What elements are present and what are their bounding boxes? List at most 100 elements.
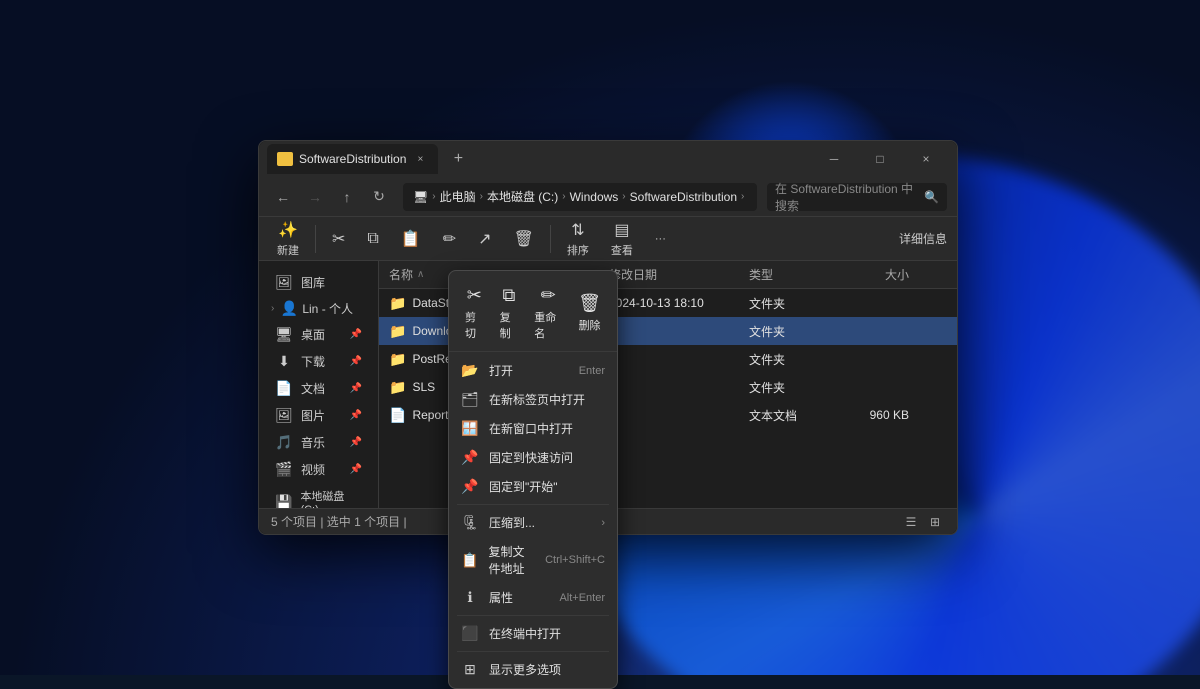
ctx-item-icon: ⊞: [461, 661, 479, 678]
ctx-item-icon: 🗂: [461, 391, 479, 408]
paste-button[interactable]: 📋: [393, 225, 429, 253]
tab-close-button[interactable]: ×: [412, 151, 428, 167]
col-header-type[interactable]: 类型: [739, 266, 839, 283]
personal-icon: 👤: [280, 300, 298, 317]
ctx-menu-item[interactable]: 🗜 压缩到... ›: [449, 508, 617, 537]
ctx-item-label: 固定到"开始": [489, 478, 558, 495]
list-view-button[interactable]: ☰: [901, 512, 921, 532]
ctx-menu-item[interactable]: 📋 复制文件地址 Ctrl+Shift+C: [449, 537, 617, 583]
downloads-icon: ⬇: [275, 353, 293, 370]
ctx-menu-item[interactable]: 📂 打开 Enter: [449, 356, 617, 385]
title-bar: SoftwareDistribution × + ─ □ ×: [259, 141, 957, 177]
ctx-item-label: 复制文件地址: [488, 543, 535, 577]
cut-button[interactable]: ✂: [324, 225, 353, 253]
ctx-item-label: 在新窗口中打开: [489, 420, 573, 437]
sort-label: 排序: [567, 242, 589, 258]
ctx-menu-item[interactable]: ⊞ 显示更多选项: [449, 655, 617, 684]
sidebar-item-gallery[interactable]: 🖼 图库: [263, 269, 374, 296]
copy-button[interactable]: ⧉: [359, 226, 386, 252]
sidebar-item-desktop[interactable]: 🖥 桌面 📌: [263, 321, 374, 348]
shortcut-label: Alt+Enter: [559, 592, 605, 604]
more-button[interactable]: ···: [647, 229, 674, 249]
gallery-icon: 🖼: [275, 274, 293, 291]
close-button[interactable]: ×: [903, 141, 949, 177]
forward-button[interactable]: →: [301, 183, 329, 211]
folder-icon: [277, 152, 293, 166]
new-label: 新建: [277, 242, 299, 258]
ctx-menu-item[interactable]: 🪟 在新窗口中打开: [449, 414, 617, 443]
shortcut-label: Enter: [579, 365, 605, 377]
ctx-copy-label: 复制: [500, 309, 519, 341]
detail-label: 详细信息: [899, 230, 947, 247]
delete-icon: 🗑: [578, 293, 601, 314]
new-tab-button[interactable]: +: [444, 145, 472, 173]
delete-button[interactable]: 🗑: [506, 225, 542, 253]
folder-icon: 📁: [389, 351, 406, 368]
window-controls: ─ □ ×: [811, 141, 949, 177]
ctx-items-container: 📂 打开 Enter 🗂 在新标签页中打开 🪟 在新窗口中打开 📌 固定到快速访…: [449, 356, 617, 684]
sidebar-section-personal[interactable]: › 👤 Lin - 个人: [259, 296, 378, 321]
tab-title: SoftwareDistribution: [299, 152, 406, 166]
ctx-item-label: 属性: [489, 589, 513, 606]
file-type: 文件夹: [739, 323, 839, 340]
folder-icon: 📁: [389, 295, 406, 312]
ribbon-divider-2: [550, 225, 551, 253]
sidebar-item-c-drive[interactable]: 💾 本地磁盘 (C:): [263, 483, 374, 508]
view-label: 查看: [611, 242, 633, 258]
view-buttons: ☰ ⊞: [901, 512, 945, 532]
maximize-button[interactable]: □: [857, 141, 903, 177]
copy-icon: ⧉: [502, 285, 515, 306]
col-header-size[interactable]: 大小: [839, 266, 919, 283]
folder-icon: 📁: [389, 379, 406, 396]
sidebar-item-downloads[interactable]: ⬇ 下载 📌: [263, 348, 374, 375]
sidebar-label-desktop: 桌面: [301, 326, 325, 343]
status-text: 5 个项目 | 选中 1 个项目 |: [271, 513, 407, 530]
share-button[interactable]: ↗: [470, 225, 499, 253]
file-size: 960 KB: [839, 408, 919, 422]
ctx-copy-button[interactable]: ⧉ 复制: [492, 281, 527, 345]
title-bar-left: SoftwareDistribution × +: [267, 144, 472, 174]
col-header-date[interactable]: 修改日期: [599, 266, 739, 283]
music-icon: 🎵: [275, 434, 293, 451]
file-type: 文本文档: [739, 407, 839, 424]
ctx-menu-item[interactable]: 📌 固定到"开始": [449, 472, 617, 501]
address-segment-pc: 此电脑: [440, 188, 476, 205]
up-button[interactable]: ↑: [333, 183, 361, 211]
sidebar-item-documents[interactable]: 📄 文档 📌: [263, 375, 374, 402]
grid-view-button[interactable]: ⊞: [925, 512, 945, 532]
ctx-rename-button[interactable]: ✏ 重命名: [526, 281, 570, 345]
view-button[interactable]: ▤ 查看: [603, 216, 641, 262]
window-tab[interactable]: SoftwareDistribution ×: [267, 144, 438, 174]
sidebar-label-videos: 视频: [301, 461, 325, 478]
ctx-menu-item[interactable]: ⬛ 在终端中打开: [449, 619, 617, 648]
address-bar[interactable]: 🖥 › 此电脑 › 本地磁盘 (C:) › Windows › Software…: [403, 183, 757, 211]
desktop-icon: 🖥: [275, 326, 293, 343]
new-button[interactable]: ✨ 新建: [269, 216, 307, 262]
ctx-item-icon: ⬛: [461, 625, 479, 642]
ctx-cut-button[interactable]: ✂ 剪切: [457, 281, 492, 345]
c-drive-icon: 💾: [275, 494, 292, 509]
sidebar-label-gallery: 图库: [301, 274, 325, 291]
rename-button[interactable]: ✏: [435, 225, 464, 253]
ctx-menu-item[interactable]: 🗂 在新标签页中打开: [449, 385, 617, 414]
ctx-delete-label: 删除: [579, 317, 601, 333]
sidebar-item-videos[interactable]: 🎬 视频 📌: [263, 456, 374, 483]
detail-info-button[interactable]: 详细信息: [899, 230, 947, 247]
ctx-menu-item[interactable]: ℹ 属性 Alt+Enter: [449, 583, 617, 612]
ctx-item-label: 在新标签页中打开: [489, 391, 585, 408]
search-box[interactable]: 在 SoftwareDistribution 中搜索 🔍: [767, 183, 947, 211]
ctx-item-icon: 🗜: [461, 514, 479, 531]
more-label: ···: [655, 233, 666, 245]
shortcut-label: Ctrl+Shift+C: [545, 554, 605, 566]
back-button[interactable]: ←: [269, 183, 297, 211]
file-type: 文件夹: [739, 295, 839, 312]
ctx-item-label: 显示更多选项: [489, 661, 561, 678]
sort-button[interactable]: ⇅ 排序: [559, 216, 597, 262]
ctx-menu-item[interactable]: 📌 固定到快速访问: [449, 443, 617, 472]
refresh-button[interactable]: ↻: [365, 183, 393, 211]
sidebar-item-music[interactable]: 🎵 音乐 📌: [263, 429, 374, 456]
ctx-separator: [457, 651, 609, 652]
minimize-button[interactable]: ─: [811, 141, 857, 177]
ctx-delete-button[interactable]: 🗑 删除: [570, 289, 609, 337]
sidebar-item-pictures[interactable]: 🖼 图片 📌: [263, 402, 374, 429]
